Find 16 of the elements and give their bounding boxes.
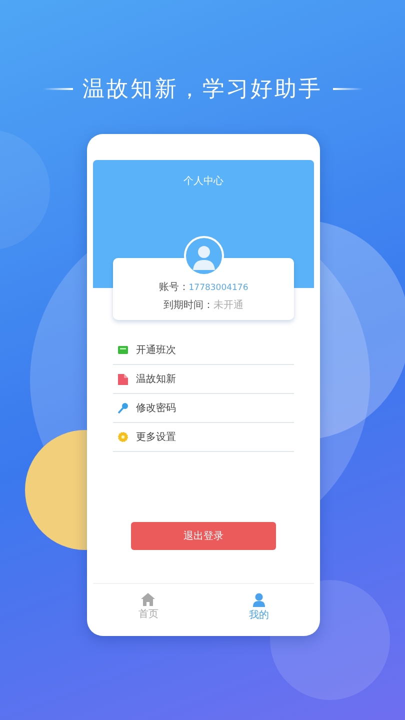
menu-item[interactable]: 开通班次 [136,343,176,357]
expiry-value: 未开通 [214,298,244,312]
home-icon [141,593,156,606]
expiry-label: 到期时间： [164,298,214,312]
menu-item[interactable]: 修改密码 [136,401,176,415]
menu-item[interactable]: 更多设置 [136,430,176,444]
user-icon [252,592,265,606]
account-label: 账号： [158,280,189,294]
headline: 温故知新，学习好助手 [82,76,322,104]
screen-icon [118,345,128,355]
account-number: 17783004176 [188,283,248,293]
page-title: 个人中心 [184,174,224,187]
document-icon [118,374,128,384]
gear-icon [118,432,128,442]
key-icon [118,402,128,414]
menu-item[interactable]: 温故知新 [136,372,176,386]
